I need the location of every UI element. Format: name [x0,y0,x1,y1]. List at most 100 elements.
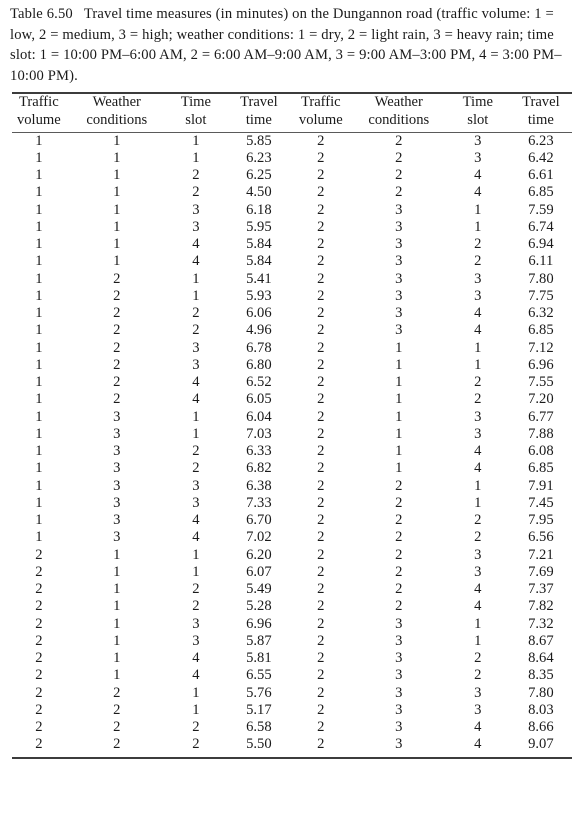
cell-weather-conditions-left: 1 [113,650,121,667]
cell-traffic-volume-right: 2 [317,615,325,632]
cell-time-slot-right: 3 [474,132,482,149]
cell-weather-conditions-right: 1 [395,374,403,391]
cell-travel-time-left: 6.05 [246,391,272,408]
cell-traffic-volume-left: 2 [35,684,43,701]
cell-weather-conditions-left: 1 [113,184,121,201]
cell-weather-conditions-left: 1 [113,598,121,615]
cell-traffic-volume-right: 2 [317,460,325,477]
cell-traffic-volume-left: 1 [35,391,43,408]
cell-time-slot-right: 3 [474,701,482,718]
cell-time-slot-right: 3 [474,287,482,304]
cell-traffic-volume-right: 2 [317,632,325,649]
cell-time-slot-left: 1 [192,684,200,701]
cell-time-slot-left: 4 [192,253,200,270]
cell-travel-time-left: 6.52 [246,374,272,391]
cell-weather-conditions-right: 3 [395,719,403,736]
cell-travel-time-left: 6.33 [246,443,272,460]
cell-weather-conditions-right: 1 [395,356,403,373]
table-row: 1 3 4 7.02 2 2 2 6.56 [10,529,574,546]
table-row: 1 3 1 6.04 2 1 3 6.77 [10,409,574,426]
cell-weather-conditions-right: 1 [395,425,403,442]
cell-time-slot-right: 4 [474,167,482,184]
cell-time-slot-right: 1 [474,494,482,511]
column-header-traffic-volume-left: Traffic volume [10,94,68,129]
cell-travel-time-right: 6.77 [528,408,554,425]
cell-weather-conditions-left: 1 [113,167,121,184]
cell-weather-conditions-right: 3 [395,322,403,339]
cell-traffic-volume-left: 2 [35,719,43,736]
cell-weather-conditions-left: 3 [113,460,121,477]
cell-travel-time-right: 6.11 [528,253,554,270]
cell-weather-conditions-left: 1 [113,218,121,235]
cell-traffic-volume-left: 2 [35,563,43,580]
cell-traffic-volume-right: 2 [317,339,325,356]
header-line-2: conditions [368,111,430,128]
cell-time-slot-left: 2 [192,460,200,477]
cell-time-slot-left: 2 [192,305,200,322]
cell-time-slot-left: 3 [192,494,200,511]
cell-time-slot-left: 1 [192,149,200,166]
cell-travel-time-left: 5.93 [246,287,272,304]
cell-weather-conditions-left: 3 [113,477,121,494]
cell-weather-conditions-right: 3 [395,701,403,718]
header-line-1: Traffic [300,94,341,111]
cell-traffic-volume-right: 2 [317,443,325,460]
cell-weather-conditions-right: 3 [395,632,403,649]
cell-traffic-volume-left: 1 [35,425,43,442]
cell-travel-time-left: 5.49 [246,581,272,598]
cell-traffic-volume-right: 2 [317,408,325,425]
cell-weather-conditions-left: 1 [113,236,121,253]
cell-time-slot-right: 1 [474,632,482,649]
cell-travel-time-right: 6.85 [528,322,554,339]
cell-traffic-volume-left: 2 [35,581,43,598]
cell-weather-conditions-right: 2 [395,149,403,166]
cell-travel-time-left: 6.55 [246,667,272,684]
table-caption-label: Table 6.50 [10,6,73,22]
cell-travel-time-right: 7.80 [528,684,554,701]
cell-travel-time-right: 6.96 [528,356,554,373]
cell-weather-conditions-right: 3 [395,736,403,753]
cell-traffic-volume-right: 2 [317,391,325,408]
cell-weather-conditions-right: 3 [395,650,403,667]
cell-traffic-volume-right: 2 [317,684,325,701]
cell-weather-conditions-left: 2 [113,356,121,373]
cell-travel-time-left: 6.58 [246,719,272,736]
cell-travel-time-left: 6.06 [246,305,272,322]
cell-time-slot-right: 4 [474,184,482,201]
cell-time-slot-right: 3 [474,408,482,425]
cell-weather-conditions-right: 2 [395,184,403,201]
cell-weather-conditions-right: 1 [395,339,403,356]
cell-time-slot-right: 2 [474,253,482,270]
table-row: 2 1 2 5.28 2 2 4 7.82 [10,598,574,615]
cell-travel-time-left: 6.07 [246,563,272,580]
cell-travel-time-right: 8.03 [528,701,554,718]
cell-weather-conditions-left: 2 [113,684,121,701]
cell-time-slot-right: 2 [474,374,482,391]
cell-weather-conditions-left: 1 [113,546,121,563]
header-line-2: volume [298,111,343,128]
cell-weather-conditions-right: 2 [395,132,403,149]
table-row: 1 1 2 6.25 2 2 4 6.61 [10,167,574,184]
cell-traffic-volume-right: 2 [317,322,325,339]
cell-traffic-volume-right: 2 [317,167,325,184]
cell-weather-conditions-right: 2 [395,477,403,494]
cell-travel-time-left: 6.20 [246,546,272,563]
cell-time-slot-left: 3 [192,201,200,218]
cell-weather-conditions-right: 2 [395,581,403,598]
column-header-travel-time-right: Travel time [508,94,574,129]
cell-time-slot-right: 3 [474,563,482,580]
header-line-2: volume [16,111,61,128]
cell-weather-conditions-right: 2 [395,598,403,615]
table-row: 2 2 1 5.76 2 3 3 7.80 [10,685,574,702]
cell-travel-time-left: 4.96 [246,322,272,339]
table-row: 2 1 2 5.49 2 2 4 7.37 [10,581,574,598]
cell-time-slot-right: 3 [474,684,482,701]
travel-time-table: Traffic volume Weather conditions Time s… [10,94,574,129]
cell-travel-time-left: 6.38 [246,477,272,494]
cell-weather-conditions-left: 1 [113,132,121,149]
cell-weather-conditions-right: 3 [395,236,403,253]
table-row: 1 3 2 6.82 2 1 4 6.85 [10,460,574,477]
table-row: 2 1 1 6.20 2 2 3 7.21 [10,547,574,564]
cell-traffic-volume-left: 1 [35,287,43,304]
cell-travel-time-right: 6.56 [528,529,554,546]
